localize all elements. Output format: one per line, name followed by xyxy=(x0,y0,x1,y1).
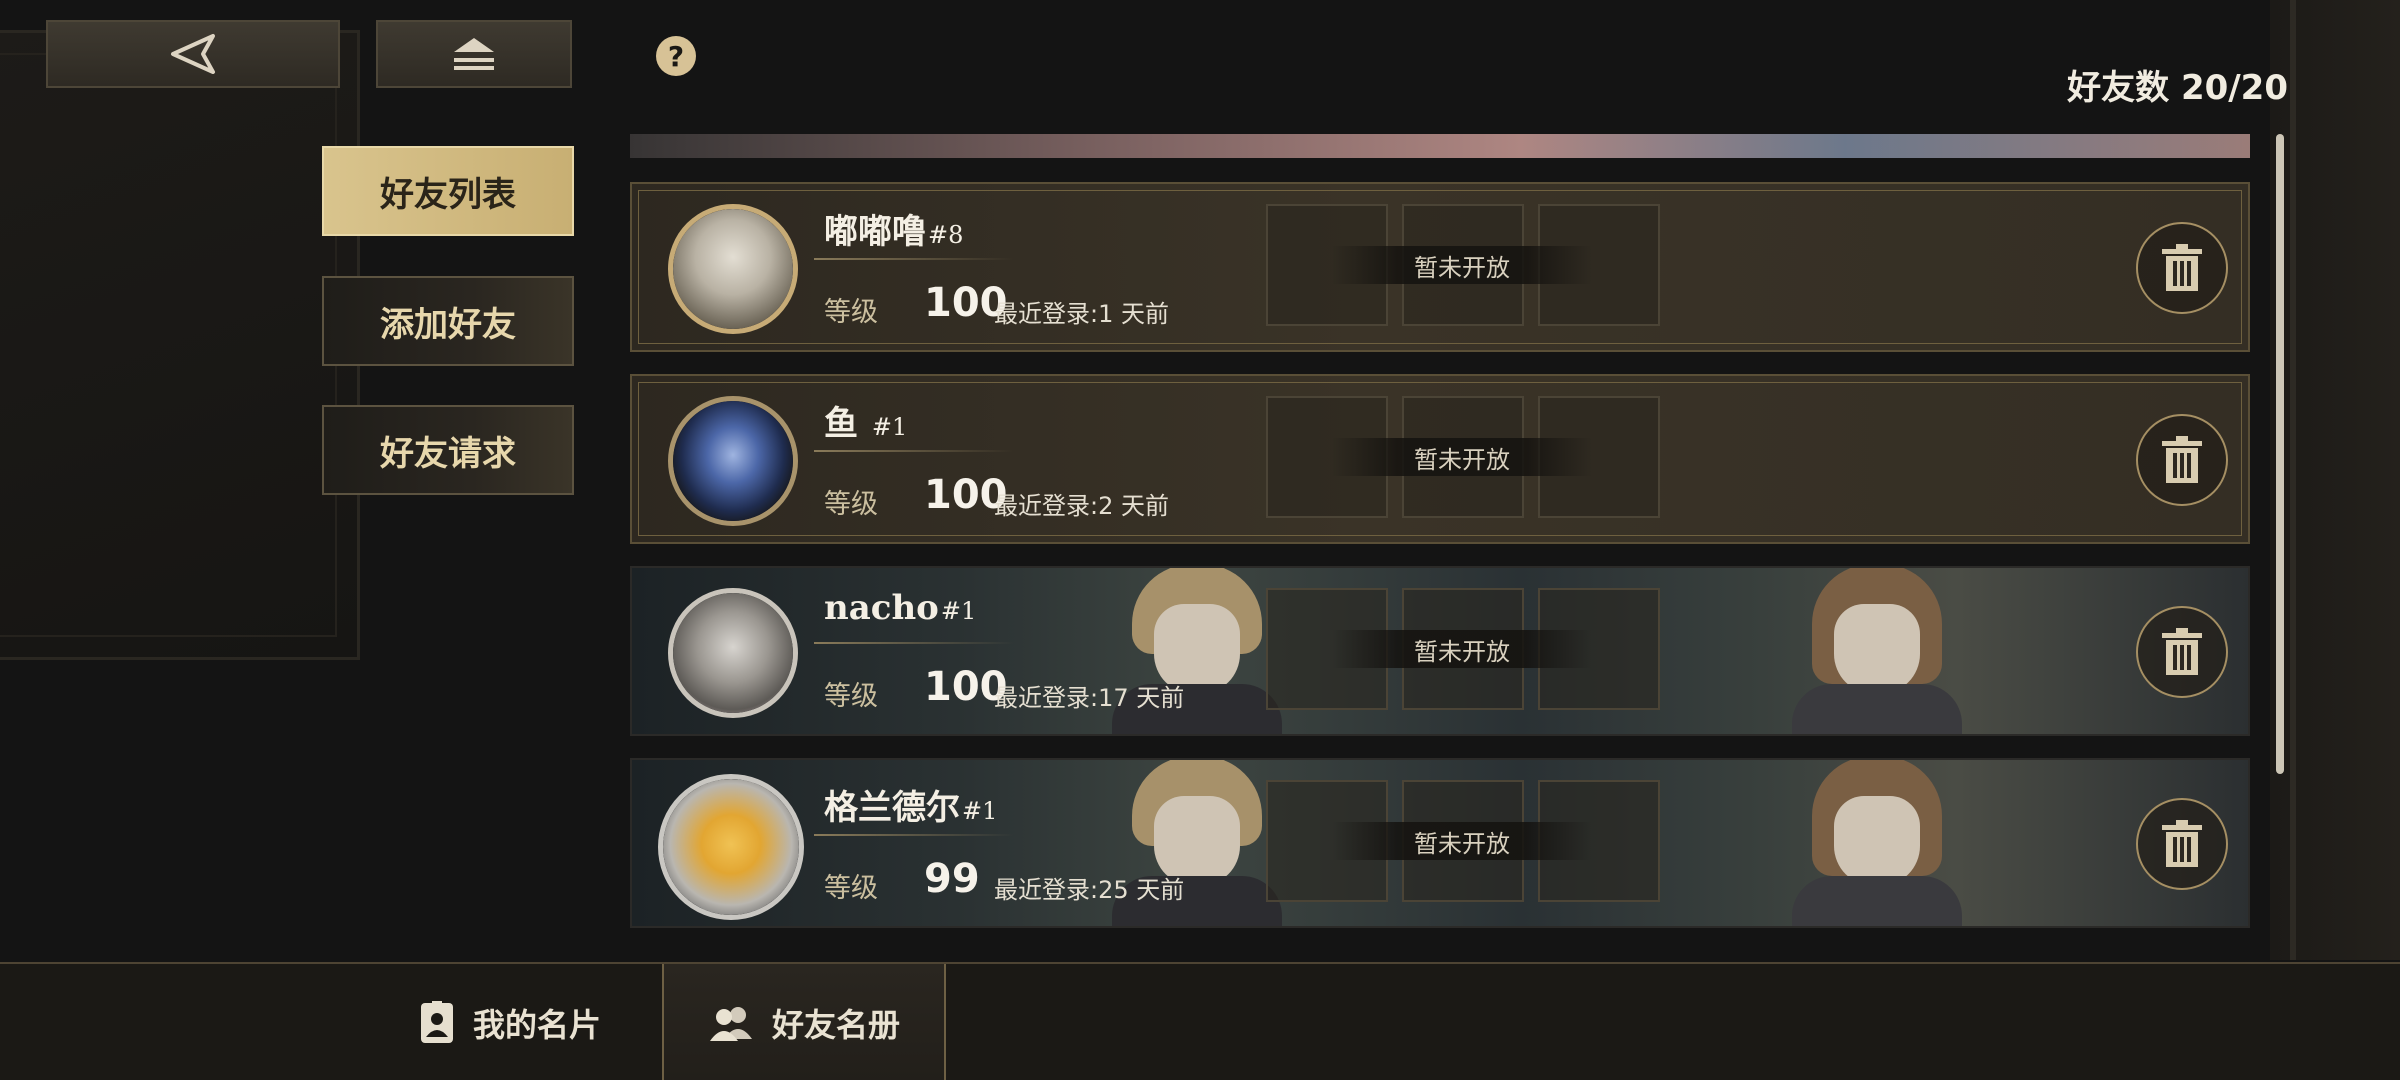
back-button[interactable] xyxy=(46,20,340,88)
delete-friend-button[interactable] xyxy=(2136,414,2228,506)
friend-name: 嘟嘟噜#8 xyxy=(824,212,964,252)
avatar xyxy=(658,774,804,920)
trash-icon xyxy=(2162,436,2202,483)
slot-status: 暂未开放 xyxy=(1332,438,1592,476)
friend-list[interactable]: 嘟嘟噜#8 等级 100 最近登录:1 天前 暂未开放 鱼 #1 等级 100 xyxy=(630,134,2250,928)
background-right-panel xyxy=(2270,0,2400,960)
tab-my-card[interactable]: 我的名片 xyxy=(360,964,660,1080)
friend-name: 鱼 #1 xyxy=(824,404,908,444)
tab-friend-roster[interactable]: 好友名册 xyxy=(662,964,946,1080)
divider xyxy=(814,642,1014,644)
slot-status: 暂未开放 xyxy=(1332,822,1592,860)
avatar xyxy=(668,204,798,334)
list-scrollbar[interactable] xyxy=(2276,134,2284,774)
friend-card[interactable]: 鱼 #1 等级 100 最近登录:2 天前 暂未开放 xyxy=(630,374,2250,544)
avatar xyxy=(668,588,798,718)
id-card-icon xyxy=(420,1001,453,1043)
slot-status: 暂未开放 xyxy=(1332,246,1592,284)
friend-count: 好友数 20/20 xyxy=(2067,68,2288,108)
tab-friend-list[interactable]: 好友列表 xyxy=(322,146,574,236)
friend-card[interactable]: 格兰德尔#1 等级 99 最近登录:25 天前 暂未开放 xyxy=(630,758,2250,928)
friend-name: 格兰德尔#1 xyxy=(824,788,998,828)
tab-friend-requests[interactable]: 好友请求 xyxy=(322,405,574,495)
delete-friend-button[interactable] xyxy=(2136,606,2228,698)
help-icon[interactable]: ? xyxy=(656,36,696,76)
home-button[interactable] xyxy=(376,20,572,88)
back-arrow-icon xyxy=(171,34,215,74)
level-value: 99 xyxy=(924,856,980,902)
tab-add-friend[interactable]: 添加好友 xyxy=(322,276,574,366)
divider xyxy=(814,834,1014,836)
level-label: 等级 xyxy=(824,489,878,520)
card-character-art xyxy=(1772,760,1982,926)
home-eject-icon xyxy=(454,38,494,70)
trash-icon xyxy=(2162,820,2202,867)
last-login: 最近登录:2 天前 xyxy=(994,492,1169,520)
friend-name: nacho#1 xyxy=(824,588,977,628)
people-icon xyxy=(709,1007,752,1041)
card-character-art xyxy=(1772,568,1982,734)
last-login: 最近登录:1 天前 xyxy=(994,300,1169,328)
divider xyxy=(814,450,1014,452)
tab-label: 好友名册 xyxy=(771,1006,900,1044)
slot-status: 暂未开放 xyxy=(1332,630,1592,668)
level-label: 等级 xyxy=(824,297,878,328)
level-label: 等级 xyxy=(824,873,878,904)
delete-friend-button[interactable] xyxy=(2136,798,2228,890)
friend-card[interactable]: nacho#1 等级 100 最近登录:17 天前 暂未开放 xyxy=(630,566,2250,736)
previous-card-edge xyxy=(630,134,2250,158)
trash-icon xyxy=(2162,628,2202,675)
tab-label: 我的名片 xyxy=(472,1006,601,1044)
delete-friend-button[interactable] xyxy=(2136,222,2228,314)
bottom-nav: 我的名片 好友名册 xyxy=(0,962,2400,1080)
last-login: 最近登录:25 天前 xyxy=(994,876,1185,904)
divider xyxy=(814,258,1014,260)
level-label: 等级 xyxy=(824,681,878,712)
friend-card[interactable]: 嘟嘟噜#8 等级 100 最近登录:1 天前 暂未开放 xyxy=(630,182,2250,352)
avatar xyxy=(668,396,798,526)
background-frame xyxy=(0,30,360,660)
last-login: 最近登录:17 天前 xyxy=(994,684,1185,712)
trash-icon xyxy=(2162,244,2202,291)
